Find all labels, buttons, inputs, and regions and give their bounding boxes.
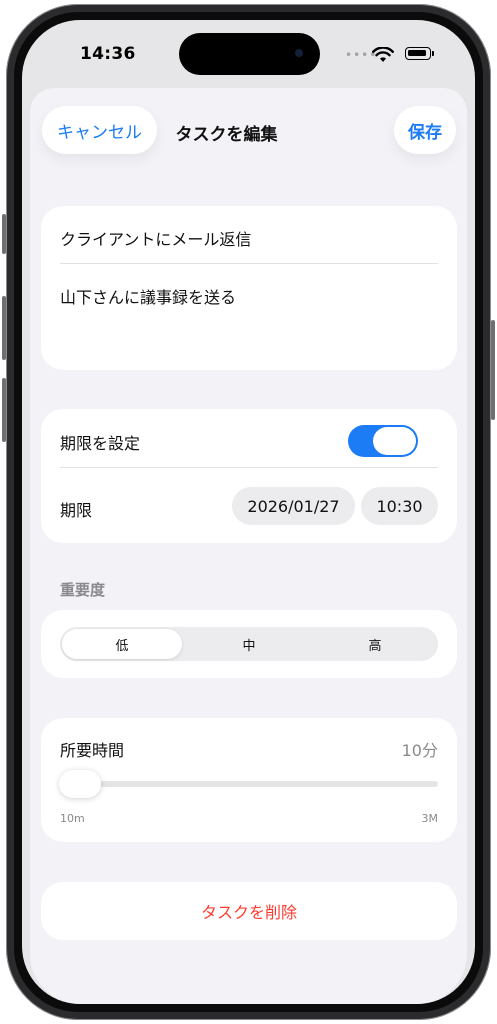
priority-option-medium[interactable]: 中 [187,629,311,659]
action-button [2,214,6,254]
duration-slider-thumb[interactable] [59,770,101,798]
task-notes-field[interactable]: 山下さんに議事録を送る [60,284,438,354]
battery-tip [432,51,434,56]
duration-slider-track[interactable] [60,781,438,787]
deadline-label: 期限 [60,501,93,520]
battery-level [408,50,426,56]
save-button[interactable]: 保存 [394,106,456,154]
deadline-date-picker[interactable]: 2026/01/27 [232,487,355,525]
toggle-knob [373,427,416,455]
volume-down-button [2,378,6,442]
battery-icon [405,47,431,60]
priority-section-label: 重要度 [60,581,106,599]
priority-option-low[interactable]: 低 [62,629,182,659]
delete-task-button[interactable]: タスクを削除 [41,882,457,940]
task-title-field[interactable]: クライアントにメール返信 [60,226,251,250]
power-button [491,320,495,420]
deadline-toggle-label: 期限を設定 [60,434,141,453]
divider [60,467,438,468]
cancel-button[interactable]: キャンセル [42,106,157,154]
priority-option-high[interactable]: 高 [313,629,437,659]
duration-max-label: 3M [421,812,439,825]
page-title: タスクを編集 [175,125,278,145]
delete-task-label: タスクを削除 [200,903,297,922]
volume-up-button [2,296,6,360]
camera-dot [295,49,303,57]
duration-label: 所要時間 [60,741,125,760]
divider [60,263,438,264]
duration-value: 10分 [401,741,438,760]
status-time: 14:36 [80,44,136,64]
deadline-time-picker[interactable]: 10:30 [361,487,438,525]
wifi-icon [372,47,394,62]
duration-min-label: 10m [60,812,85,825]
